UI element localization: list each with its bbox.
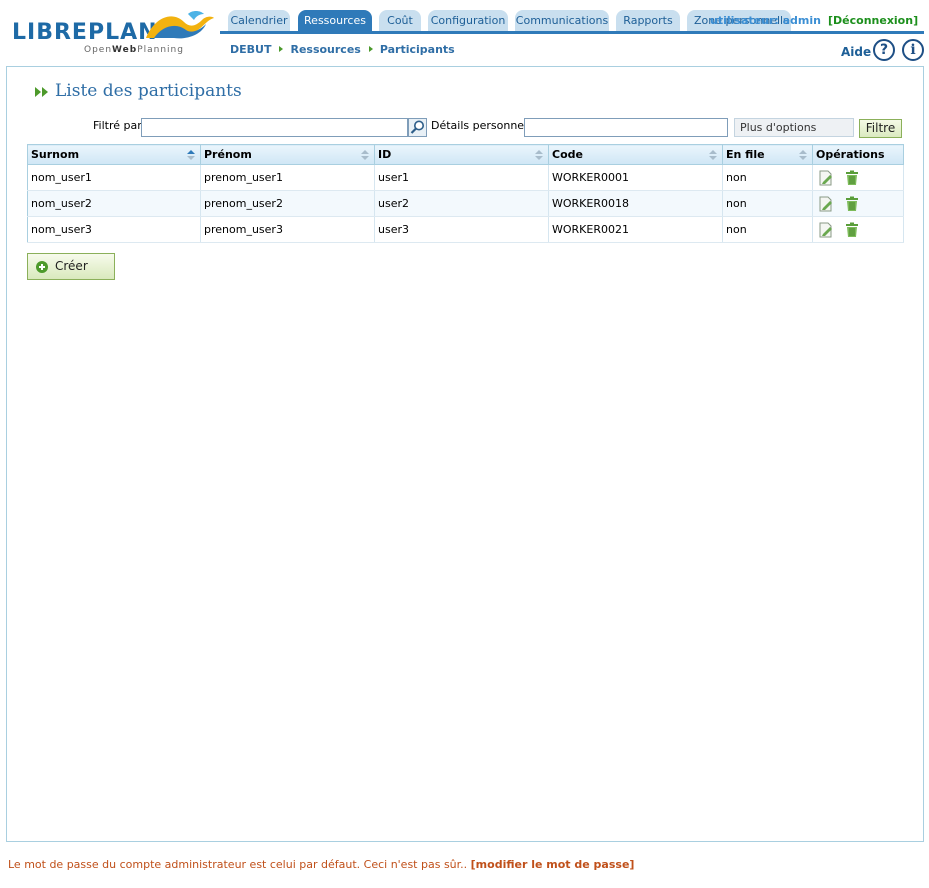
main-panel: Liste des participants Filtré par Détail… bbox=[6, 66, 924, 842]
user-area: utilisateur: admin [Déconnexion] bbox=[700, 14, 920, 30]
filter-input[interactable] bbox=[141, 118, 408, 137]
edit-icon[interactable] bbox=[818, 222, 834, 238]
sort-icon bbox=[361, 150, 369, 160]
edit-icon[interactable] bbox=[818, 170, 834, 186]
breadcrumb: DEBUT Ressources Participants bbox=[230, 43, 455, 56]
column-header-operations: Opérations bbox=[812, 144, 904, 165]
cell-en-file: non bbox=[722, 216, 813, 243]
filter-label: Filtré par bbox=[93, 119, 142, 132]
cell-prenom: prenom_user1 bbox=[200, 164, 375, 191]
sort-icon bbox=[799, 150, 807, 160]
plus-circle-icon bbox=[36, 261, 48, 273]
cell-id: user2 bbox=[374, 190, 549, 217]
participants-table: Surnom Prénom ID Code En file Opérations… bbox=[27, 144, 904, 243]
details-input[interactable] bbox=[524, 118, 728, 137]
cell-surnom: nom_user2 bbox=[27, 190, 201, 217]
help-question-icon[interactable]: ? bbox=[873, 39, 895, 61]
cell-en-file: non bbox=[722, 190, 813, 217]
column-header-en-file[interactable]: En file bbox=[722, 144, 813, 165]
search-icon[interactable] bbox=[408, 118, 427, 137]
tab-cout[interactable]: Coût bbox=[379, 10, 421, 31]
default-password-warning: Le mot de passe du compte administrateur… bbox=[8, 858, 634, 871]
cell-code: WORKER0018 bbox=[548, 190, 723, 217]
cell-surnom: nom_user1 bbox=[27, 164, 201, 191]
breadcrumb-separator-icon bbox=[368, 46, 373, 52]
column-header-id[interactable]: ID bbox=[374, 144, 549, 165]
breadcrumb-item-ressources[interactable]: Ressources bbox=[290, 43, 360, 56]
sort-icon bbox=[535, 150, 543, 160]
page-title: Liste des participants bbox=[55, 81, 242, 101]
cell-operations bbox=[812, 216, 904, 243]
logo-bird-icon bbox=[146, 11, 214, 39]
column-header-code[interactable]: Code bbox=[548, 144, 723, 165]
breadcrumb-item-participants: Participants bbox=[379, 43, 455, 56]
cell-operations bbox=[812, 190, 904, 217]
breadcrumb-separator-icon bbox=[279, 46, 284, 52]
trash-icon[interactable] bbox=[844, 222, 860, 238]
help-label[interactable]: Aide bbox=[841, 45, 871, 59]
cell-prenom: prenom_user3 bbox=[200, 216, 375, 243]
column-header-prenom[interactable]: Prénom bbox=[200, 144, 375, 165]
warning-text: Le mot de passe du compte administrateur… bbox=[8, 858, 468, 871]
cell-en-file: non bbox=[722, 164, 813, 191]
logout-link[interactable]: [Déconnexion] bbox=[828, 14, 918, 27]
double-chevron-icon bbox=[35, 87, 48, 97]
table-row[interactable]: nom_user3 prenom_user3 user3 WORKER0021 … bbox=[27, 216, 904, 243]
info-icon[interactable]: i bbox=[902, 39, 924, 61]
cell-code: WORKER0021 bbox=[548, 216, 723, 243]
cell-operations bbox=[812, 164, 904, 191]
trash-icon[interactable] bbox=[844, 196, 860, 212]
tab-configuration[interactable]: Configuration bbox=[428, 10, 508, 31]
cell-code: WORKER0001 bbox=[548, 164, 723, 191]
current-user: utilisateur: admin bbox=[710, 14, 821, 27]
table-header-row: Surnom Prénom ID Code En file Opérations bbox=[27, 144, 904, 165]
cell-id: user1 bbox=[374, 164, 549, 191]
more-options-button[interactable]: Plus d'options bbox=[734, 118, 854, 137]
cell-id: user3 bbox=[374, 216, 549, 243]
libreplan-logo: LIBREPLAN OpenWebPlanning bbox=[12, 8, 214, 58]
edit-icon[interactable] bbox=[818, 196, 834, 212]
sort-icon bbox=[187, 150, 195, 160]
filter-button[interactable]: Filtre bbox=[859, 119, 902, 138]
logo-wordmark: LIBREPLAN bbox=[12, 20, 158, 45]
column-header-surnom[interactable]: Surnom bbox=[27, 144, 201, 165]
tab-ressources[interactable]: Ressources bbox=[298, 10, 372, 31]
breadcrumb-item-debut[interactable]: DEBUT bbox=[230, 43, 271, 56]
cell-prenom: prenom_user2 bbox=[200, 190, 375, 217]
cell-surnom: nom_user3 bbox=[27, 216, 201, 243]
table-row[interactable]: nom_user2 prenom_user2 user2 WORKER0018 … bbox=[27, 190, 904, 217]
tab-calendrier[interactable]: Calendrier bbox=[228, 10, 290, 31]
change-password-link[interactable]: [modifier le mot de passe] bbox=[471, 858, 635, 871]
tab-communications[interactable]: Communications bbox=[515, 10, 609, 31]
create-button-label: Créer bbox=[55, 259, 88, 273]
table-row[interactable]: nom_user1 prenom_user1 user1 WORKER0001 … bbox=[27, 164, 904, 191]
trash-icon[interactable] bbox=[844, 170, 860, 186]
sort-icon bbox=[709, 150, 717, 160]
tab-rapports[interactable]: Rapports bbox=[616, 10, 680, 31]
create-button[interactable]: Créer bbox=[27, 253, 115, 280]
logo-tagline: OpenWebPlanning bbox=[84, 45, 184, 55]
details-label: Détails personnels bbox=[431, 119, 533, 132]
